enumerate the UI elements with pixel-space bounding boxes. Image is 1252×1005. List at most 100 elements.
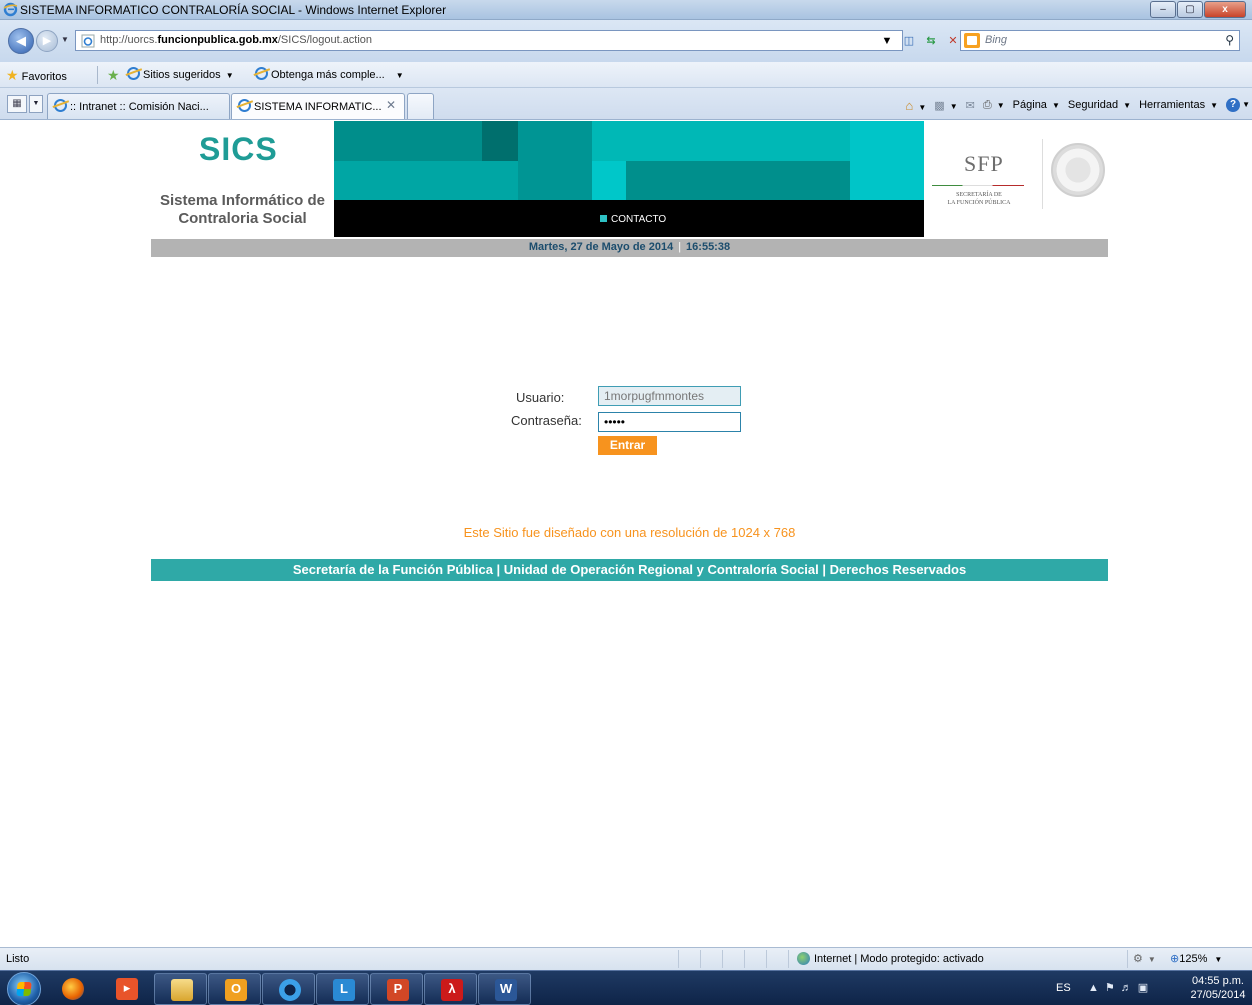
- home-button[interactable]: ⌂ ▼: [905, 98, 926, 113]
- tab-label: SISTEMA INFORMATIC...: [254, 101, 382, 113]
- maximize-button[interactable]: ▢: [1177, 1, 1203, 18]
- address-bar-row: ◀ ▶ ▼ http://uorcs.funcionpublica.gob.mx…: [0, 20, 1252, 62]
- search-icon[interactable]: ⚲: [1225, 33, 1234, 47]
- feeds-button[interactable]: ▩ ▼: [934, 99, 957, 112]
- password-label: Contraseña:: [511, 413, 582, 428]
- play-icon: ▸: [123, 980, 131, 995]
- print-button[interactable]: ⎙ ▼: [983, 99, 1005, 112]
- flag-icon: ⚑: [1104, 982, 1121, 994]
- sics-logo[interactable]: SICS: [199, 131, 278, 168]
- security-zone[interactable]: Internet | Modo protegido: activado: [797, 952, 984, 965]
- zoom-level[interactable]: ⊕125% ▼: [1170, 952, 1222, 965]
- page-ie-icon: [81, 34, 95, 51]
- clock[interactable]: 04:55 p.m. 27/05/2014: [1190, 974, 1246, 1002]
- compatibility-view-icon[interactable]: ◫: [898, 34, 920, 47]
- favorites-star-icon: ★: [6, 67, 19, 83]
- help-icon: ?: [1226, 98, 1241, 112]
- globe-icon: [797, 952, 810, 965]
- window-title: SISTEMA INFORMATICO CONTRALORÍA SOCIAL -…: [20, 3, 447, 17]
- current-date: Martes, 27 de Mayo de 2014: [528, 241, 674, 253]
- minimize-button[interactable]: –: [1150, 1, 1176, 18]
- forward-arrow-icon: ▶: [42, 35, 52, 47]
- site-header: SICS Sistema Informático de Contraloria …: [151, 121, 1108, 237]
- address-dropdown-icon[interactable]: ▼: [876, 35, 898, 47]
- menu-contacto-link[interactable]: CONTACTO: [600, 214, 666, 225]
- zoom-icon: ⊕: [1170, 953, 1180, 965]
- address-input[interactable]: http://uorcs.funcionpublica.gob.mx/SICS/…: [75, 30, 903, 51]
- rss-icon: ▩: [934, 99, 945, 112]
- resolution-note: Este Sitio fue diseñado con una resoluci…: [463, 525, 796, 540]
- security-menu[interactable]: Seguridad ▼: [1068, 99, 1131, 111]
- close-tab-icon[interactable]: ✕: [386, 98, 396, 112]
- tab-list-dropdown-icon[interactable]: ▼: [29, 95, 43, 113]
- system-name: Sistema Informático de Contraloria Socia…: [159, 192, 326, 227]
- help-button[interactable]: ? ▼: [1226, 98, 1250, 112]
- forward-button[interactable]: ▶: [36, 30, 58, 52]
- refresh-icon[interactable]: ⇆: [920, 34, 942, 47]
- powerpoint-icon: P: [393, 981, 403, 996]
- ie-icon: [127, 67, 140, 80]
- search-placeholder: Bing: [985, 34, 1008, 46]
- printer-icon: ⎙: [982, 98, 992, 111]
- suggested-sites-button[interactable]: Sitios sugeridos ▼: [127, 67, 234, 81]
- quick-tabs-icon[interactable]: ▦: [7, 95, 27, 113]
- home-icon: ⌂: [905, 97, 914, 113]
- sfp-logo: SFP SECRETARÍA DE LA FUNCIÓN PÚBLICA: [924, 121, 1108, 237]
- network-icon: ▣: [1137, 982, 1155, 994]
- ie-logo-icon: [3, 2, 18, 20]
- tab-sics[interactable]: SISTEMA INFORMATIC... ✕: [231, 93, 405, 119]
- internet-explorer-taskbar-button[interactable]: [262, 973, 315, 1005]
- window-title-bar[interactable]: SISTEMA INFORMATICO CONTRALORÍA SOCIAL -…: [0, 0, 1252, 20]
- favorites-bar: ★ Favoritos ★ Sitios sugeridos ▼ Obtenga…: [0, 62, 1252, 88]
- acrobat-icon: λ: [448, 981, 456, 996]
- media-taskbar-button[interactable]: ▸: [100, 973, 153, 1005]
- language-indicator[interactable]: ES: [1056, 982, 1071, 994]
- lync-taskbar-button[interactable]: L: [316, 973, 369, 1005]
- sfp-logo-text: SFP: [964, 151, 1004, 176]
- favorites-button[interactable]: ★ Favoritos: [6, 67, 67, 84]
- sfp-caption: SECRETARÍA DE LA FUNCIÓN PÚBLICA: [947, 192, 1011, 206]
- powerpoint-taskbar-button[interactable]: P: [370, 973, 423, 1005]
- add-to-favorites-icon[interactable]: ★: [107, 67, 120, 84]
- acrobat-taskbar-button[interactable]: λ: [424, 973, 477, 1005]
- entrar-button[interactable]: Entrar: [598, 436, 657, 455]
- mexico-coat-of-arms-icon: [1042, 139, 1106, 209]
- ie-icon: [238, 99, 251, 112]
- tray-icons[interactable]: ▲⚑♬▣: [1088, 981, 1154, 994]
- close-window-button[interactable]: x: [1204, 1, 1246, 18]
- outlook-taskbar-button[interactable]: O: [208, 973, 261, 1005]
- page-menu[interactable]: Página ▼: [1013, 99, 1060, 111]
- lync-icon: L: [340, 981, 348, 996]
- tools-menu[interactable]: Herramientas ▼: [1139, 99, 1218, 111]
- recent-pages-dropdown-icon[interactable]: ▼: [61, 35, 69, 44]
- header-menu: CONTACTO: [334, 200, 924, 237]
- tab-bar: ▦ ▼ :: Intranet :: Comisión Naci... SIST…: [0, 88, 1252, 120]
- volume-icon: ♬: [1120, 982, 1138, 994]
- site-footer: Secretaría de la Función Pública | Unida…: [151, 559, 1108, 581]
- start-button[interactable]: [7, 972, 41, 1005]
- search-input[interactable]: Bing ⚲: [960, 30, 1240, 51]
- explorer-taskbar-button[interactable]: [154, 973, 207, 1005]
- date-bar: Martes, 27 de Mayo de 2014 | 16:55:38: [151, 239, 1108, 257]
- command-bar: ⌂ ▼ ▩ ▼ ✉ ⎙ ▼ Página ▼ Seguridad ▼ Herra…: [905, 95, 1252, 115]
- read-mail-button[interactable]: ✉: [966, 99, 975, 112]
- firefox-taskbar-button[interactable]: [46, 973, 99, 1005]
- outlook-icon: O: [230, 981, 242, 996]
- popup-blocker-icon[interactable]: ⚙ ▼: [1133, 952, 1156, 965]
- back-arrow-icon: ◀: [16, 33, 26, 48]
- windows-taskbar: ▸ O L P λ W ES ▲⚑♬▣ 04:55 p.m. 27/05/201…: [0, 970, 1252, 1005]
- user-field[interactable]: 1morpugfmmontes: [598, 386, 741, 406]
- new-tab-button[interactable]: [407, 93, 434, 119]
- password-field[interactable]: •••••: [598, 412, 741, 432]
- ie-icon: [255, 67, 268, 80]
- status-bar: Listo Internet | Modo protegido: activad…: [0, 947, 1252, 970]
- tab-intranet[interactable]: :: Intranet :: Comisión Naci...: [47, 93, 230, 119]
- address-url: http://uorcs.funcionpublica.gob.mx/SICS/…: [100, 34, 373, 46]
- get-more-addons-button[interactable]: Obtenga más comple... ▼: [255, 67, 404, 81]
- word-taskbar-button[interactable]: W: [478, 973, 531, 1005]
- mail-icon: ✉: [965, 99, 975, 112]
- bing-icon: [964, 33, 980, 48]
- back-button[interactable]: ◀: [8, 28, 34, 54]
- login-form: Usuario: 1morpugfmmontes Contraseña: •••…: [151, 257, 1108, 559]
- status-text: Listo: [6, 953, 30, 965]
